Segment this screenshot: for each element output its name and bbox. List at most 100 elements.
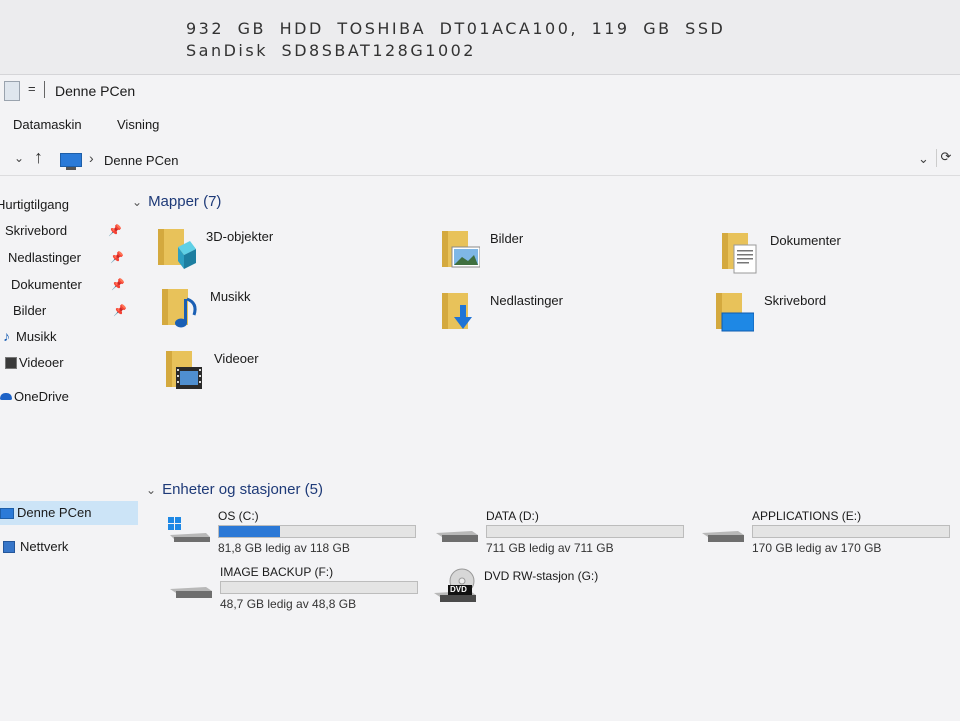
drive-os-c[interactable]: OS (C:) 81,8 GB ledig av 118 GB bbox=[166, 509, 426, 559]
dvd-label: DVD bbox=[450, 585, 467, 594]
drive-name: OS (C:) bbox=[218, 509, 259, 523]
ribbon: Datamaskin Visning bbox=[0, 113, 960, 139]
folder-name: Nedlastinger bbox=[490, 293, 563, 308]
pin-icon: 📌 bbox=[111, 279, 125, 291]
videos-icon bbox=[166, 351, 202, 389]
drive-usage-bar bbox=[220, 581, 418, 594]
nav-item-label: Videoer bbox=[19, 355, 64, 370]
pin-icon: 📌 bbox=[108, 225, 122, 237]
toolbar-separator bbox=[44, 81, 45, 98]
folder-skrivebord[interactable]: Skrivebord bbox=[714, 289, 960, 341]
window-title: Denne PCen bbox=[55, 83, 136, 99]
music-note-icon: ♪ bbox=[3, 328, 10, 344]
pin-icon: 📌 bbox=[113, 305, 127, 317]
title-bar: = Denne PCen bbox=[0, 75, 960, 107]
drive-usage-bar bbox=[752, 525, 950, 538]
folder-name: Bilder bbox=[490, 231, 524, 246]
address-bar: ⌄ ↑ › Denne PCen ⌄ ⟳ bbox=[0, 145, 960, 176]
drive-usage-bar bbox=[218, 525, 416, 538]
nav-item-bilder[interactable]: Bilder 📌 bbox=[0, 299, 138, 323]
nav-item-label: OneDrive bbox=[14, 389, 69, 404]
film-icon bbox=[5, 357, 17, 369]
drive-data-d[interactable]: DATA (D:) 711 GB ledig av 711 GB bbox=[434, 509, 694, 559]
refresh-icon[interactable]: ⟳ bbox=[936, 149, 955, 167]
nav-item-onedrive[interactable]: OneDrive bbox=[0, 385, 138, 409]
drive-dvd-g[interactable]: DVD DVD RW-stasjon (G:) bbox=[432, 567, 692, 617]
breadcrumb-location[interactable]: Denne PCen bbox=[104, 153, 178, 168]
drives-group-header[interactable]: ⌄ Enheter og stasjoner (5) bbox=[146, 481, 323, 498]
nav-item-denne-pcen-row[interactable]: Denne PCen bbox=[0, 501, 138, 525]
this-pc-icon bbox=[60, 153, 82, 170]
folder-name: Skrivebord bbox=[764, 293, 827, 308]
drive-name: DVD RW-stasjon (G:) bbox=[484, 569, 599, 583]
content-pane: ⌄ Mapper (7) 3D-objekter Bilder Dokument… bbox=[132, 185, 960, 705]
pictures-icon bbox=[442, 231, 480, 268]
folder-nedlastinger[interactable]: Nedlastinger bbox=[440, 289, 700, 341]
hard-drive-icon bbox=[436, 531, 478, 542]
network-icon bbox=[3, 541, 15, 553]
collapse-chevron-icon[interactable]: ⌄ bbox=[146, 483, 156, 497]
drive-free-space: 81,8 GB ledig av 118 GB bbox=[218, 541, 350, 555]
folder-musikk[interactable]: Musikk bbox=[160, 285, 420, 337]
navigation-pane: Hurtigtilgang Skrivebord 📌 Nedlastinger … bbox=[0, 193, 140, 554]
folder-bilder[interactable]: Bilder bbox=[440, 227, 700, 279]
hard-drive-icon bbox=[702, 531, 744, 542]
nav-item-videoer[interactable]: Videoer bbox=[0, 351, 138, 375]
hard-drive-icon bbox=[170, 587, 212, 598]
nav-item-dokumenter[interactable]: Dokumenter 📌 bbox=[0, 273, 138, 297]
breadcrumb-chevron-icon[interactable]: › bbox=[89, 150, 94, 166]
nav-item-label: Hurtigtilgang bbox=[0, 197, 69, 212]
address-dropdown-icon[interactable]: ⌄ bbox=[918, 151, 929, 167]
folders-group-header[interactable]: ⌄ Mapper (7) bbox=[132, 193, 221, 210]
drive-free-space: 48,7 GB ledig av 48,8 GB bbox=[220, 597, 357, 611]
drive-applications-e[interactable]: APPLICATIONS (E:) 170 GB ledig av 170 GB bbox=[700, 509, 960, 559]
drive-name: IMAGE BACKUP (F:) bbox=[220, 565, 334, 579]
nav-item-label: Denne PCen bbox=[17, 505, 92, 520]
nav-item-label: Dokumenter bbox=[11, 277, 82, 292]
folder-3d-objekter[interactable]: 3D-objekter bbox=[156, 225, 416, 277]
folder-videoer[interactable]: Videoer bbox=[164, 347, 424, 399]
folder-dokumenter[interactable]: Dokumenter bbox=[720, 229, 960, 281]
quick-access-toolbar-icon[interactable] bbox=[4, 81, 20, 101]
nav-item-label: Skrivebord bbox=[5, 223, 68, 238]
group-title: Mapper (7) bbox=[148, 193, 222, 210]
collapse-chevron-icon[interactable]: ⌄ bbox=[132, 195, 142, 209]
documents-icon bbox=[722, 233, 757, 274]
drive-usage-bar bbox=[486, 525, 684, 538]
nav-item-label: Nettverk bbox=[20, 539, 69, 554]
music-icon bbox=[162, 289, 197, 328]
folder-name: Dokumenter bbox=[770, 233, 841, 248]
pin-icon: 📌 bbox=[110, 252, 124, 264]
customize-toolbar-icon[interactable]: = bbox=[28, 81, 36, 96]
drive-image-backup-f[interactable]: IMAGE BACKUP (F:) 48,7 GB ledig av 48,8 … bbox=[168, 565, 428, 615]
nav-item-musikk[interactable]: ♪ Musikk bbox=[0, 325, 138, 349]
windows-drive-icon bbox=[168, 517, 210, 542]
desktop-background: 932 GB HDD TOSHIBA DT01ACA100, 119 GB SS… bbox=[0, 0, 960, 74]
nav-item-label: Bilder bbox=[13, 303, 47, 318]
nav-item-label: Musikk bbox=[16, 329, 57, 344]
tab-visning[interactable]: Visning bbox=[117, 117, 159, 132]
group-title: Enheter og stasjoner (5) bbox=[162, 481, 323, 498]
nav-item-nedlastinger[interactable]: Nedlastinger 📌 bbox=[0, 246, 138, 270]
drive-name: APPLICATIONS (E:) bbox=[752, 509, 862, 523]
nav-item-hurtigtilgang[interactable]: Hurtigtilgang bbox=[0, 193, 138, 217]
drive-free-space: 711 GB ledig av 711 GB bbox=[486, 541, 614, 555]
desktop-icon bbox=[716, 293, 754, 332]
nav-item-skrivebord[interactable]: Skrivebord 📌 bbox=[0, 219, 138, 243]
desktop-spec-text: 932 GB HDD TOSHIBA DT01ACA100, 119 GB SS… bbox=[186, 19, 726, 60]
nav-item-label: Nedlastinger bbox=[8, 250, 81, 265]
file-explorer-window: = Denne PCen Datamaskin Visning ⌄ ↑ › De… bbox=[0, 74, 960, 721]
nav-item-nettverk[interactable]: Nettverk bbox=[0, 535, 138, 559]
this-pc-icon bbox=[0, 508, 14, 519]
recent-locations-icon[interactable]: ⌄ bbox=[14, 151, 24, 165]
downloads-icon bbox=[442, 293, 472, 329]
folder-name: Videoer bbox=[214, 351, 259, 366]
drive-free-space: 170 GB ledig av 170 GB bbox=[752, 541, 882, 555]
3d-objects-icon bbox=[158, 229, 196, 269]
cloud-icon bbox=[0, 393, 12, 400]
drive-name: DATA (D:) bbox=[486, 509, 539, 523]
folder-name: 3D-objekter bbox=[206, 229, 274, 244]
tab-datamaskin[interactable]: Datamaskin bbox=[13, 117, 82, 132]
folder-name: Musikk bbox=[210, 289, 251, 304]
up-arrow-icon[interactable]: ↑ bbox=[34, 147, 43, 168]
